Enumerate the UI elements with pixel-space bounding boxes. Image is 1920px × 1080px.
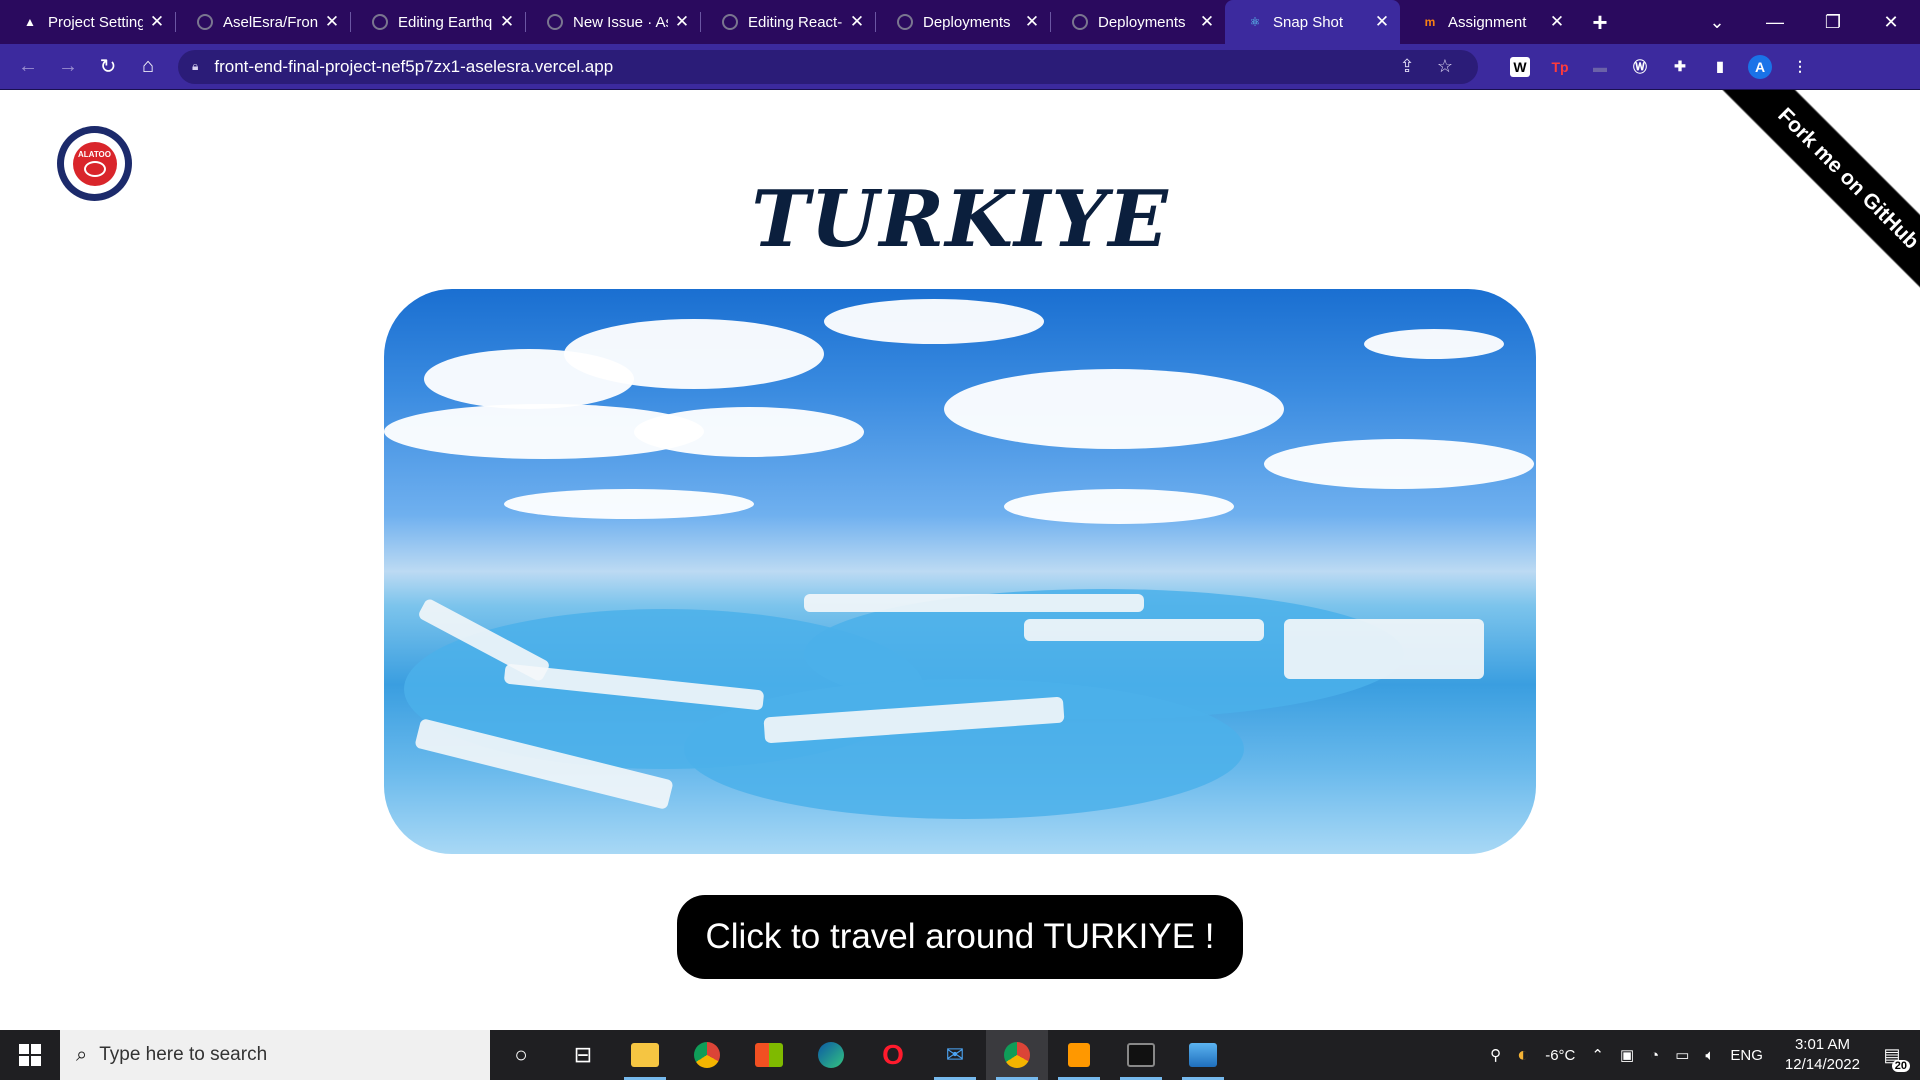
side-panel-icon[interactable]: ▮ — [1700, 58, 1740, 75]
page-title: TURKIYE — [751, 174, 1169, 265]
tab-title: Project Settings — [48, 13, 143, 31]
close-window-icon[interactable]: ✕ — [1862, 12, 1920, 33]
tab-editing-react[interactable]: Editing React- ✕ — [700, 0, 875, 44]
taskbar-search[interactable]: ⌕ Type here to search — [60, 1030, 490, 1080]
web-page: ALATOO TURKIYE Click to travel around TU… — [0, 90, 1920, 1030]
tab-title: Editing React- — [748, 13, 843, 31]
minimize-icon[interactable]: — — [1746, 12, 1804, 33]
chevron-up-icon[interactable]: ⌃ — [1591, 1046, 1604, 1064]
wifi-icon[interactable]: ◔ — [1650, 1047, 1659, 1064]
search-icon: ⌕ — [76, 1043, 88, 1066]
opera-icon[interactable]: O — [862, 1030, 924, 1080]
clock-date: 12/14/2022 — [1784, 1056, 1860, 1073]
menu-kebab-icon[interactable]: ⋮ — [1780, 58, 1820, 75]
close-icon[interactable]: ✕ — [849, 12, 865, 32]
close-icon[interactable]: ✕ — [1024, 12, 1040, 32]
tab-title: Assignment — [1448, 13, 1527, 31]
volume-icon[interactable]: 🔈︎ — [1705, 1047, 1714, 1064]
extension-link-icon[interactable]: ▬ — [1580, 59, 1620, 75]
battery-icon[interactable]: ▭ — [1675, 1046, 1689, 1064]
extensions-puzzle-icon[interactable]: ✚ — [1660, 58, 1700, 75]
close-icon[interactable]: ✕ — [324, 12, 340, 32]
back-icon[interactable]: ← — [8, 55, 48, 78]
restore-icon[interactable]: ❐ — [1804, 12, 1862, 33]
browser-toolbar: ← → ↻ ⌂ 🔒︎ front-end-final-project-nef5p… — [0, 44, 1920, 89]
extension-tp-icon[interactable]: Tp — [1540, 59, 1580, 75]
home-icon[interactable]: ⌂ — [128, 55, 168, 78]
hero-image — [384, 289, 1536, 854]
cortana-icon[interactable]: ○ — [490, 1030, 552, 1080]
mail-icon[interactable]: ✉ — [924, 1030, 986, 1080]
react-icon: ⚛ — [1249, 15, 1261, 29]
profile-avatar[interactable]: A — [1740, 54, 1780, 79]
tab-deployments-2[interactable]: Deployments ✕ — [1050, 0, 1225, 44]
extension-w-circle-icon[interactable]: Ⓦ — [1620, 57, 1660, 77]
lock-icon[interactable]: 🔒︎ — [192, 59, 198, 74]
tab-title: Deployments — [923, 13, 1011, 31]
tab-search-icon[interactable]: ⌄ — [1688, 12, 1746, 33]
github-icon — [722, 14, 738, 30]
close-icon[interactable]: ✕ — [149, 12, 165, 32]
logo-text: ALATOO — [77, 150, 112, 159]
reload-icon[interactable]: ↻ — [88, 54, 128, 79]
people-icon[interactable]: ⚲ — [1490, 1046, 1501, 1064]
tab-title: AselEsra/Front — [223, 13, 318, 31]
edge-icon[interactable] — [800, 1030, 862, 1080]
windows-taskbar: ⌕ Type here to search ○ ⊟ O ✉ ⚲ ◐ -6°C ⌃… — [0, 1030, 1920, 1080]
tab-title: Editing Earthq — [398, 13, 493, 31]
language-indicator[interactable]: ENG — [1730, 1047, 1763, 1064]
clock[interactable]: 3:01 AM 12/14/2022 — [1785, 1035, 1860, 1075]
close-icon[interactable]: ✕ — [1549, 12, 1565, 32]
tab-title: Snap Shot — [1273, 13, 1344, 31]
address-bar[interactable]: 🔒︎ front-end-final-project-nef5p7zx1-ase… — [178, 49, 1478, 84]
chrome-profile-icon[interactable] — [986, 1030, 1048, 1080]
close-icon[interactable]: ✕ — [674, 12, 690, 32]
extension-w-icon[interactable]: W — [1500, 56, 1540, 77]
microsoft-store-icon[interactable] — [738, 1030, 800, 1080]
close-icon[interactable]: ✕ — [499, 12, 515, 32]
tab-title: Deployments — [1098, 13, 1186, 31]
photos-icon[interactable] — [1172, 1030, 1234, 1080]
browser-tabstrip: ▲ Project Settings ✕ AselEsra/Front ✕ Ed… — [0, 0, 1920, 44]
task-view-icon[interactable]: ⊟ — [552, 1030, 614, 1080]
share-icon[interactable]: ⇪ — [1388, 56, 1426, 77]
chrome-icon[interactable] — [676, 1030, 738, 1080]
url-text[interactable]: front-end-final-project-nef5p7zx1-aseles… — [214, 57, 1388, 77]
tab-editing-earthquake[interactable]: Editing Earthq ✕ — [350, 0, 525, 44]
github-icon — [372, 14, 388, 30]
temperature[interactable]: -6°C — [1545, 1047, 1575, 1064]
github-icon — [1072, 14, 1088, 30]
tab-new-issue[interactable]: New Issue · As ✕ — [525, 0, 700, 44]
vercel-icon: ▲ — [24, 15, 36, 29]
tab-title: New Issue · As — [573, 13, 668, 31]
github-icon — [897, 14, 913, 30]
window-controls: ⌄ — ❐ ✕ — [1688, 0, 1920, 44]
new-tab-button[interactable]: + — [1575, 0, 1625, 44]
start-button[interactable] — [0, 1030, 60, 1080]
windows-logo-icon — [19, 1044, 41, 1066]
notifications-button[interactable]: ▤ 20 — [1874, 1040, 1910, 1072]
close-icon[interactable]: ✕ — [1374, 12, 1390, 32]
travel-cta-button[interactable]: Click to travel around TURKIYE ! — [677, 895, 1243, 979]
github-icon — [547, 14, 563, 30]
close-icon[interactable]: ✕ — [1199, 12, 1215, 32]
notification-count: 20 — [1891, 1060, 1910, 1072]
tab-github-repo[interactable]: AselEsra/Front ✕ — [175, 0, 350, 44]
meet-now-icon[interactable]: ▣ — [1620, 1046, 1634, 1064]
forward-icon[interactable]: → — [48, 55, 88, 78]
clock-time: 3:01 AM — [1794, 1036, 1850, 1053]
tab-assignment[interactable]: m Assignment ✕ — [1400, 0, 1575, 44]
sublime-text-icon[interactable] — [1048, 1030, 1110, 1080]
system-tray: ⚲ ◐ -6°C ⌃ ▣ ◔ ▭ 🔈︎ ENG 3:01 AM 12/14/20… — [1482, 1035, 1920, 1075]
tab-project-settings[interactable]: ▲ Project Settings ✕ — [0, 0, 175, 44]
moodle-icon: m — [1424, 15, 1436, 29]
search-placeholder: Type here to search — [99, 1044, 268, 1065]
weather-icon[interactable]: ◐ — [1517, 1044, 1529, 1067]
tab-snap-shot[interactable]: ⚛ Snap Shot ✕ — [1225, 0, 1400, 44]
terminal-icon[interactable] — [1110, 1030, 1172, 1080]
file-explorer-icon[interactable] — [614, 1030, 676, 1080]
tab-deployments-1[interactable]: Deployments ✕ — [875, 0, 1050, 44]
bookmark-star-icon[interactable]: ☆ — [1426, 56, 1464, 77]
github-icon — [197, 14, 213, 30]
